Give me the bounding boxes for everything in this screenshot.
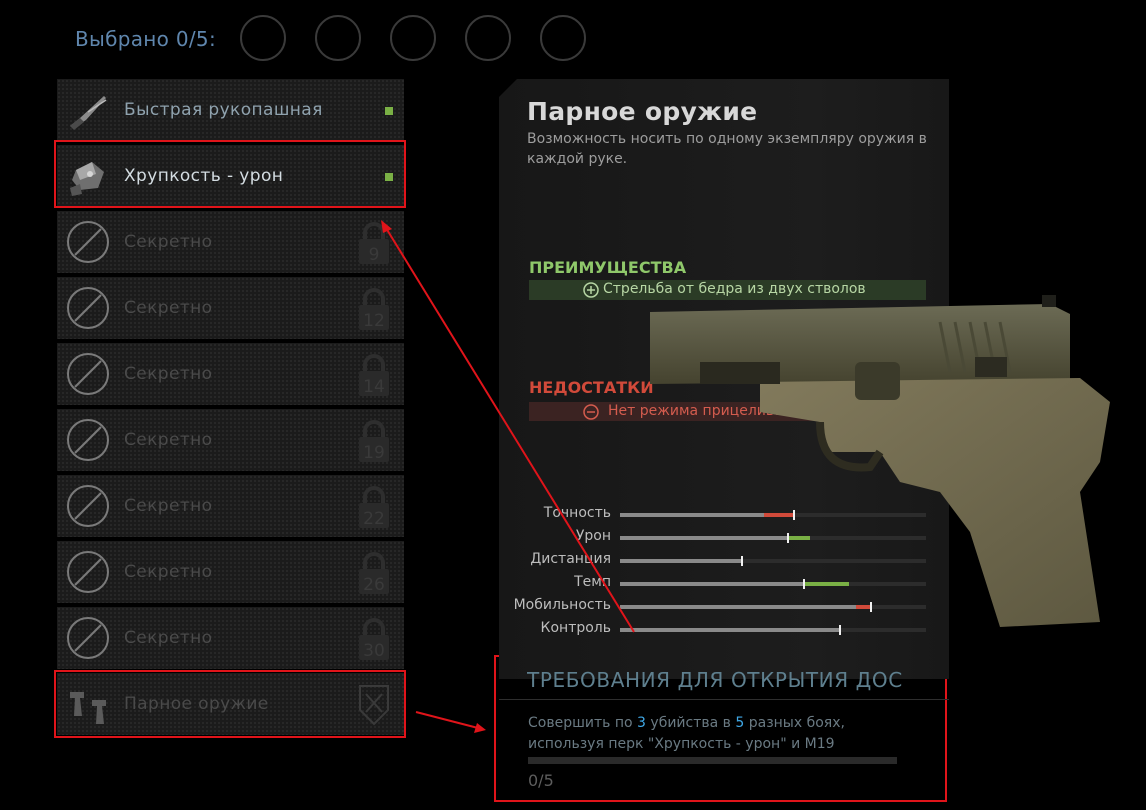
annotation-arrow-right	[415, 711, 479, 729]
annotation-arrows	[381, 220, 635, 733]
annotation-arrow-up	[385, 227, 635, 633]
arrowhead	[474, 723, 486, 733]
arrowhead	[381, 220, 392, 233]
